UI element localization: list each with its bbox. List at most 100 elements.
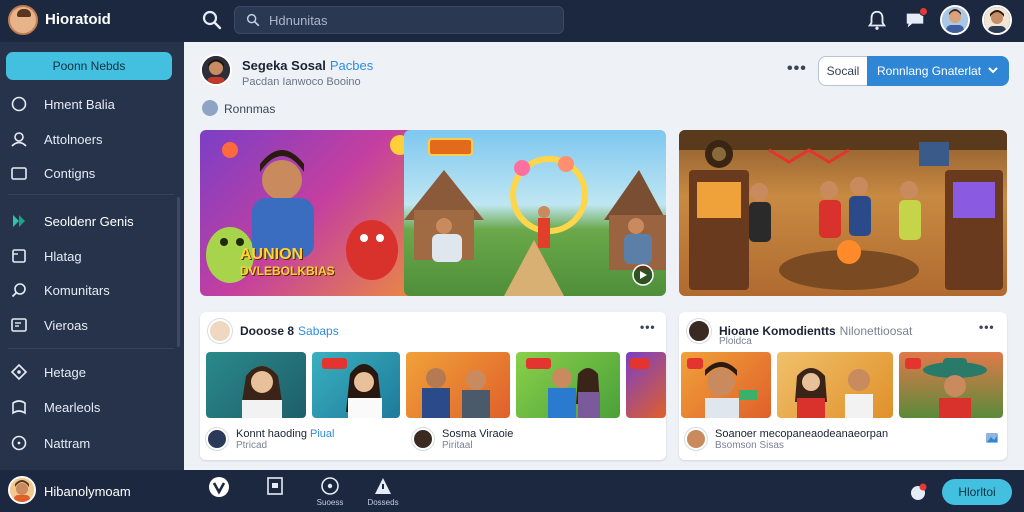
bottom-bar: Hibanolymoam Suoess Dosseds Hlorltoi bbox=[0, 470, 1024, 512]
media-thumbnail[interactable] bbox=[312, 352, 400, 418]
person-icon bbox=[984, 7, 1010, 33]
circle-play-icon[interactable] bbox=[632, 264, 654, 286]
featured-arcade-card[interactable] bbox=[679, 130, 1007, 296]
notification-badge bbox=[919, 7, 928, 16]
post-author-avatar[interactable] bbox=[208, 319, 232, 343]
media-thumbnail[interactable] bbox=[406, 352, 510, 418]
post-subtitle: Ploidca bbox=[719, 336, 752, 347]
people-photo bbox=[795, 368, 873, 418]
channel-tag[interactable]: Pacbes bbox=[330, 58, 373, 73]
person-icon bbox=[10, 478, 34, 502]
primary-action-button[interactable]: Ronnlang Gnaterlat bbox=[867, 56, 1009, 86]
post-author-avatar[interactable] bbox=[687, 319, 711, 343]
featured-scene-card[interactable] bbox=[404, 130, 666, 296]
search-input[interactable] bbox=[269, 12, 559, 28]
game-art-title-line2: DVLEBOLKBIAS bbox=[240, 264, 335, 278]
game-art-title: AUNION DVLEBOLKBIAS bbox=[240, 246, 335, 278]
chevron-down-icon[interactable] bbox=[987, 64, 999, 76]
sidebar-item-content[interactable]: Contigns bbox=[10, 161, 176, 185]
post-card[interactable]: Hioane Komodientts Nilonettioosat Ploidca… bbox=[679, 312, 1007, 460]
bookmark-icon bbox=[12, 400, 26, 415]
dock-item-watch[interactable]: Suoess bbox=[305, 476, 355, 510]
sidebar: Poonn Nebds Hment Balia Attolnoers Conti… bbox=[0, 42, 184, 470]
media-thumbnail[interactable] bbox=[777, 352, 893, 418]
sidebar-item-tags[interactable]: Hlatag bbox=[10, 244, 176, 268]
messages-button[interactable] bbox=[904, 7, 928, 31]
play-icon bbox=[13, 215, 25, 227]
post-title-text: Dooose 8 bbox=[240, 324, 295, 338]
primary-dock-button[interactable]: Hlorltoi bbox=[942, 479, 1012, 505]
scene-tag bbox=[428, 138, 474, 156]
bell-icon[interactable] bbox=[866, 9, 888, 31]
channel-avatar[interactable] bbox=[200, 54, 232, 86]
search-icon[interactable] bbox=[200, 8, 224, 32]
sidebar-cta-button[interactable]: Poonn Nebds bbox=[6, 52, 172, 80]
sidebar-item-communities[interactable]: Komunitars bbox=[10, 278, 176, 302]
footer-tag[interactable]: Piual bbox=[310, 428, 334, 440]
sidebar-item-home[interactable]: Hment Balia bbox=[10, 92, 176, 116]
app-logo[interactable] bbox=[8, 5, 38, 35]
sidebar-item-videos[interactable]: Vieroas bbox=[10, 313, 176, 337]
post-footer: Konnt haoding Piual Ptricad bbox=[206, 424, 334, 454]
folder-icon bbox=[11, 167, 27, 180]
clock-icon bbox=[11, 435, 27, 451]
dock-item-home[interactable] bbox=[194, 476, 244, 510]
commenter-avatar[interactable] bbox=[685, 428, 707, 450]
game-art-title-line1: AUNION bbox=[240, 246, 304, 263]
media-thumbnail[interactable] bbox=[206, 352, 306, 418]
media-badge bbox=[322, 358, 348, 369]
more-options-button[interactable]: ••• bbox=[787, 60, 807, 78]
dock-item-label: Dosseds bbox=[367, 498, 399, 507]
bottom-notification-button[interactable] bbox=[908, 482, 928, 502]
sidebar-divider bbox=[8, 194, 174, 195]
sidebar-item-saved[interactable]: Mearleols bbox=[10, 395, 176, 419]
post-more-button[interactable]: ••• bbox=[979, 320, 995, 334]
sidebar-item-label: Contigns bbox=[44, 165, 96, 181]
dock-item-notes[interactable] bbox=[250, 476, 300, 510]
post-card[interactable]: Dooose 8Sabaps ••• Konnt haoding Piual bbox=[200, 312, 666, 460]
post-tag[interactable]: Sabaps bbox=[298, 324, 339, 338]
sidebar-item-games[interactable]: Seoldenr Genis bbox=[10, 209, 176, 233]
sidebar-scrollbar[interactable] bbox=[177, 197, 180, 347]
home-icon bbox=[11, 96, 27, 112]
user-name: Hibanolymoam bbox=[44, 484, 131, 499]
commenter-avatar[interactable] bbox=[412, 428, 434, 450]
sidebar-item-followers[interactable]: Attolnoers bbox=[10, 127, 176, 151]
media-badge bbox=[630, 358, 649, 369]
search-bar[interactable] bbox=[234, 6, 564, 34]
media-thumbnail[interactable] bbox=[899, 352, 1003, 418]
v-logo-icon bbox=[209, 477, 229, 497]
post-footer: Soanoer mecopaneaodeanaeorpan Bsomson Si… bbox=[685, 424, 888, 454]
person-icon bbox=[202, 56, 230, 84]
channel-name: Segeka Sosal Pacbes bbox=[242, 58, 373, 73]
circle-play-icon bbox=[321, 477, 339, 495]
social-button[interactable]: Socail bbox=[818, 56, 868, 86]
sidebar-item-label: Hetage bbox=[44, 364, 86, 380]
section-label: Ronnmas bbox=[224, 102, 276, 116]
profile-avatar[interactable] bbox=[982, 5, 1012, 35]
top-bar: Hioratoid bbox=[0, 0, 1024, 42]
footer-subtitle: Piritaal bbox=[442, 439, 473, 451]
sidebar-item-history[interactable]: Nattram bbox=[10, 431, 176, 455]
commenter-avatar[interactable] bbox=[206, 428, 228, 450]
sidebar-item-label: Komunitars bbox=[44, 282, 110, 298]
post-more-button[interactable]: ••• bbox=[640, 320, 656, 334]
tag-icon bbox=[12, 249, 26, 263]
user-avatar[interactable] bbox=[8, 476, 36, 504]
people-icon bbox=[11, 132, 27, 147]
sidebar-item-label: Nattram bbox=[44, 435, 91, 451]
section-icon bbox=[202, 100, 218, 116]
sidebar-item-explore[interactable]: Hetage bbox=[10, 360, 176, 384]
dock-item-alerts[interactable]: Dosseds bbox=[358, 476, 408, 510]
image-icon[interactable] bbox=[985, 432, 999, 444]
media-thumbnail[interactable] bbox=[681, 352, 771, 418]
alert-icon bbox=[375, 478, 391, 494]
media-thumbnail[interactable] bbox=[516, 352, 620, 418]
footer-subtitle: Bsomson Sisas bbox=[715, 439, 784, 451]
main-content: Segeka Sosal Pacbes Pacdan Ianwoco Booino… bbox=[184, 42, 1024, 470]
post-tag[interactable]: Nilonettioosat bbox=[840, 324, 913, 338]
friend-avatar[interactable] bbox=[940, 5, 970, 35]
media-badge bbox=[526, 358, 552, 369]
footer-title: Sosma Viraoie bbox=[442, 427, 514, 440]
media-thumbnail[interactable] bbox=[626, 352, 666, 418]
